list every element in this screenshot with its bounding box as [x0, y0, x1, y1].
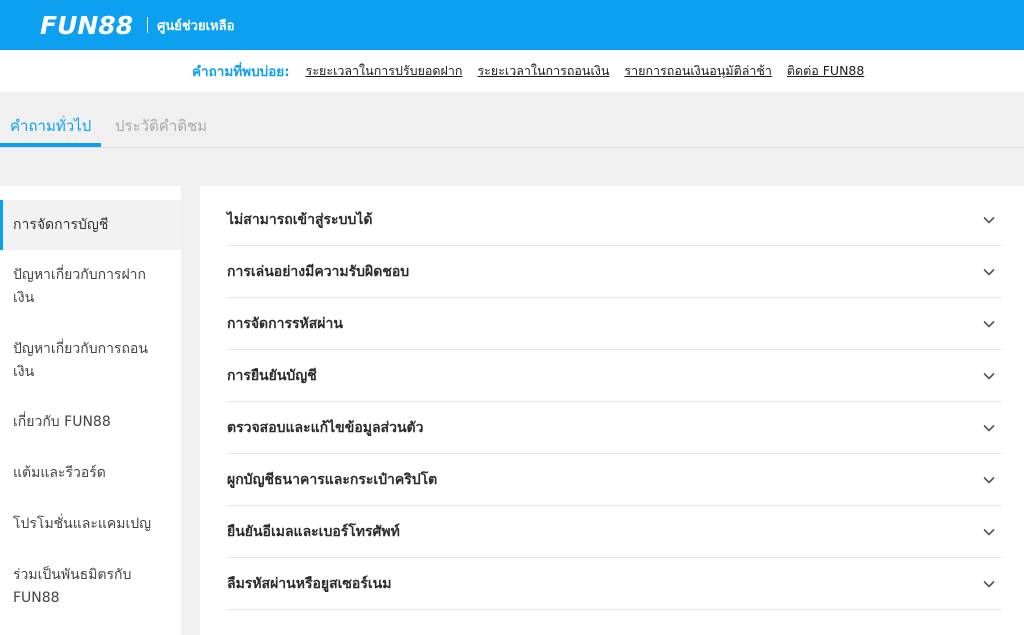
tab-general-questions[interactable]: คำถามทั่วไป	[10, 114, 91, 138]
accordion-item-forgot-password-username[interactable]: ลืมรหัสผ่านหรือยูสเซอร์เนม	[227, 559, 1001, 610]
category-sidebar: การจัดการบัญชี ปัญหาเกี่ยวกับการฝากเงิน …	[0, 186, 181, 635]
sidebar-item-about-fun88[interactable]: เกี่ยวกับ FUN88	[0, 411, 181, 434]
sidebar-item-points-rewards[interactable]: แต้มและรีวอร์ด	[0, 462, 181, 485]
chevron-down-icon[interactable]	[979, 262, 999, 282]
accordion-title: ผูกบัญชีธนาคารและกระเป๋าคริปโต	[227, 472, 438, 488]
accordion-item-personal-info[interactable]: ตรวจสอบและแก้ไขข้อมูลส่วนตัว	[227, 403, 1001, 454]
accordion-item-account-verification[interactable]: การยืนยันบัญชี	[227, 351, 1001, 402]
header-divider	[147, 17, 149, 33]
sidebar-item-label: แต้มและรีวอร์ด	[13, 465, 106, 481]
sidebar-item-deposit-issues[interactable]: ปัญหาเกี่ยวกับการฝากเงิน	[0, 264, 160, 310]
tabs-bar: คำถามทั่วไป ประวัติคำติชม	[0, 92, 1024, 186]
tab-feedback-history[interactable]: ประวัติคำติชม	[115, 114, 207, 138]
help-center-title: ศูนย์ช่วยเหลือ	[157, 18, 235, 34]
faq-link-withdraw-time[interactable]: ระยะเวลาในการถอนเงิน	[477, 61, 609, 81]
accordion-title: ไม่สามารถเข้าสู่ระบบได้	[227, 212, 373, 228]
accordion-item-responsible-gaming[interactable]: การเล่นอย่างมีความรับผิดชอบ	[227, 247, 1001, 298]
sidebar-item-label: โปรโมชั่นและแคมเปญ	[13, 516, 152, 532]
accordion-item-email-phone-verification[interactable]: ยืนยันอีเมลและเบอร์โทรศัพท์	[227, 507, 1001, 558]
faq-link-delayed-withdrawal[interactable]: รายการถอนเงินอนุมัติล่าช้า	[624, 61, 772, 81]
chevron-down-icon[interactable]	[979, 366, 999, 386]
sidebar-item-affiliate[interactable]: ร่วมเป็นพันธมิตรกับ FUN88	[0, 564, 150, 610]
sidebar-item-promotions[interactable]: โปรโมชั่นและแคมเปญ	[0, 513, 181, 536]
sidebar-item-label: การจัดการบัญชี	[13, 216, 109, 233]
chevron-down-icon[interactable]	[979, 470, 999, 490]
chevron-down-icon[interactable]	[979, 314, 999, 334]
sidebar-item-withdraw-issues[interactable]: ปัญหาเกี่ยวกับการถอนเงิน	[0, 338, 160, 384]
tabs-divider	[0, 147, 1024, 148]
accordion-item-cannot-login[interactable]: ไม่สามารถเข้าสู่ระบบได้	[227, 195, 1001, 246]
sidebar-item-label: เกี่ยวกับ FUN88	[13, 414, 111, 430]
accordion-title: ตรวจสอบและแก้ไขข้อมูลส่วนตัว	[227, 420, 424, 436]
chevron-down-icon[interactable]	[979, 574, 999, 594]
sidebar-item-label: ร่วมเป็นพันธมิตรกับ FUN88	[13, 567, 132, 606]
faq-label: คำถามที่พบบ่อย:	[192, 64, 290, 80]
faq-quick-links: คำถามที่พบบ่อย: ระยะเวลาในการปรับยอดฝาก …	[0, 50, 1024, 92]
chevron-down-icon[interactable]	[979, 210, 999, 230]
accordion-title: การจัดการรหัสผ่าน	[227, 316, 343, 332]
sidebar-item-label: ปัญหาเกี่ยวกับการฝากเงิน	[13, 267, 146, 306]
accordion-title: ยืนยันอีเมลและเบอร์โทรศัพท์	[227, 524, 400, 540]
top-header: FUN88 ศูนย์ช่วยเหลือ	[0, 0, 1024, 50]
accordion-title: ลืมรหัสผ่านหรือยูสเซอร์เนม	[227, 576, 392, 592]
accordion-title: การเล่นอย่างมีความรับผิดชอบ	[227, 264, 410, 280]
sidebar-item-label: ปัญหาเกี่ยวกับการถอนเงิน	[13, 341, 148, 380]
chevron-down-icon[interactable]	[979, 522, 999, 542]
chevron-down-icon[interactable]	[979, 418, 999, 438]
accordion-item-password-management[interactable]: การจัดการรหัสผ่าน	[227, 299, 1001, 350]
accordion-item-bank-crypto-binding[interactable]: ผูกบัญชีธนาคารและกระเป๋าคริปโต	[227, 455, 1001, 506]
faq-accordion-panel: ไม่สามารถเข้าสู่ระบบได้ การเล่นอย่างมีคว…	[200, 186, 1024, 635]
sidebar-item-account-management[interactable]: การจัดการบัญชี	[0, 200, 181, 250]
fun88-logo[interactable]: FUN88	[40, 13, 133, 38]
faq-link-contact[interactable]: ติดต่อ FUN88	[787, 61, 864, 81]
faq-link-deposit-time[interactable]: ระยะเวลาในการปรับยอดฝาก	[306, 61, 463, 81]
accordion-title: การยืนยันบัญชี	[227, 368, 317, 384]
